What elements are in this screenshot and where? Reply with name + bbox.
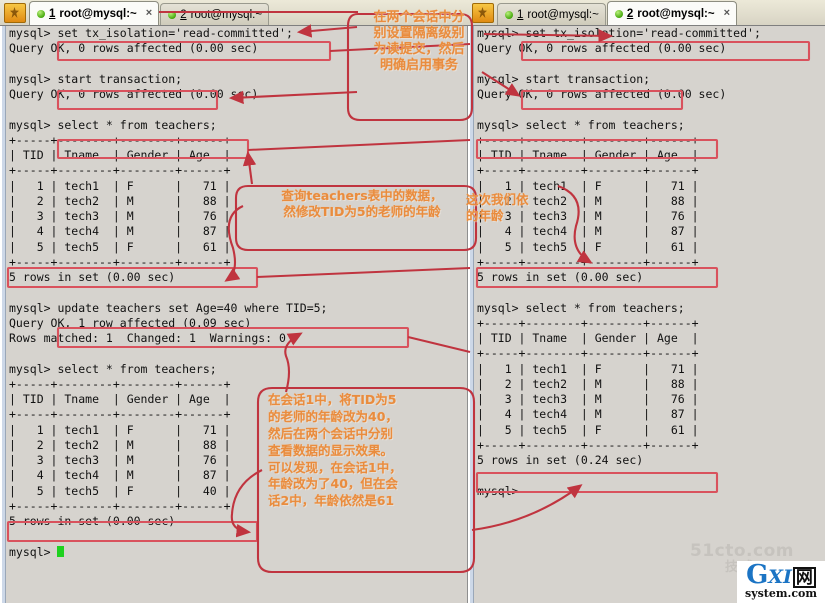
tab-left-1[interactable]: 1 root@mysql:~ × [29, 1, 160, 25]
terminal-line: Query OK, 0 rows affected (0.00 sec) [477, 87, 727, 101]
annotation-text-3: 这次我们依 的年龄 [466, 192, 529, 223]
gxi-logo-g: G [746, 560, 769, 590]
terminal-line: mysql> update teachers set Age=40 where … [9, 300, 328, 315]
green-led-icon [505, 10, 513, 19]
terminal-line: +-----+--------+--------+------+ [9, 163, 231, 178]
close-icon[interactable]: × [724, 8, 730, 19]
terminal-line: +-----+--------+--------+------+ [477, 132, 699, 147]
terminal-app-icon[interactable] [4, 3, 26, 23]
terminal-line: | TID | Tname | Gender | Age | [477, 331, 699, 345]
gxi-logo-sub: system.com [745, 587, 817, 600]
terminal-cursor [57, 545, 65, 557]
terminal-line: | 3 | tech3 | M | 76 | [477, 392, 699, 406]
tab-left-2-label: root@mysql:~ [190, 8, 263, 21]
terminal-line: | 4 | tech4 | M | 87 | [9, 224, 231, 239]
tab-right-2[interactable]: 2 root@mysql:~ × [606, 1, 738, 25]
terminal-line: mysql> select * from teachers; [9, 361, 217, 376]
green-led-icon [37, 9, 45, 18]
terminal-line: | TID | Tname | Gender | Age | [9, 148, 231, 162]
terminal-line: +-----+--------+--------+------+ [477, 254, 699, 269]
terminal-pane-session-1[interactable]: mysql> set tx_isolation='read-committed'… [0, 26, 468, 603]
terminal-line: | 2 | tech2 | M | 88 | [477, 376, 699, 391]
terminal-line: Query OK, 0 rows affected (0.00 sec) [9, 87, 259, 101]
terminal-line: | 4 | tech4 | M | 87 | [477, 407, 699, 422]
annotation-text-1: 在两个会话中分 别设置隔离级别 为读提交，然后 明确启用事务 [373, 10, 465, 73]
tab-left-1-number: 1 [49, 7, 56, 20]
terminal-line: 5 rows in set (0.00 sec) [477, 270, 644, 284]
terminal-line: 5 rows in set (0.00 sec) [9, 270, 176, 284]
tab-right-2-label: root@mysql:~ [637, 7, 715, 20]
terminal-line: mysql> select * from teachers; [477, 300, 685, 315]
terminal-line: | TID | Tname | Gender | Age | [477, 148, 699, 162]
terminal-prompt[interactable]: mysql> [477, 484, 825, 499]
terminal-line: +-----+--------+--------+------+ [9, 376, 231, 391]
terminal-line: +-----+--------+--------+------+ [9, 132, 231, 147]
tab-left-2-number: 2 [180, 8, 187, 21]
terminal-line: mysql> start transaction; [9, 71, 183, 86]
terminal-line: | 4 | tech4 | M | 87 | [477, 224, 699, 239]
terminal-line: mysql> select * from teachers; [477, 117, 685, 132]
terminal-pane-session-2[interactable]: mysql> set tx_isolation='read-committed'… [468, 26, 825, 603]
pane-right-gutter [468, 26, 476, 603]
close-icon[interactable]: × [146, 8, 152, 19]
terminal-line: +-----+--------+--------+------+ [477, 315, 699, 330]
green-led-icon [614, 9, 623, 18]
session-2-output[interactable]: mysql> set tx_isolation='read-committed'… [477, 26, 825, 603]
terminal-line: +-----+--------+--------+------+ [477, 437, 699, 452]
terminal-line: +-----+--------+--------+------+ [9, 254, 231, 269]
terminal-line: Query OK, 0 rows affected (0.00 sec) [477, 41, 727, 56]
watermark-gxi-logo: G XI 网 system.com [737, 561, 825, 603]
gxi-logo-xi: XI [768, 566, 792, 588]
terminal-line: mysql> set tx_isolation='read-committed'… [477, 26, 761, 40]
annotation-text-4: 在会话1中，将TID为5 的老师的年龄改为40， 然后在两个会话中分别 查看数据… [268, 392, 402, 509]
terminal-line: mysql> start transaction; [477, 71, 651, 86]
terminal-line: mysql> select * from teachers; [9, 117, 217, 132]
gxi-logo-wang: 网 [792, 567, 816, 588]
gxi-logo-row: G XI 网 [746, 560, 816, 590]
terminal-prompt[interactable]: mysql> [9, 545, 467, 560]
tab-left-2[interactable]: 2 root@mysql:~ [160, 3, 270, 25]
tab-left-1-label: root@mysql:~ [59, 7, 137, 20]
annotation-text-2: 查询teachers表中的数据， 然修改TID为5的老师的年龄 [281, 188, 443, 219]
terminal-line: 5 rows in set (0.24 sec) [477, 453, 644, 467]
tab-right-2-number: 2 [626, 7, 634, 20]
tab-right-1[interactable]: 1 root@mysql:~ [497, 3, 606, 25]
tab-right-1-number: 1 [517, 8, 524, 21]
terminal-line: +-----+--------+--------+------+ [477, 163, 699, 178]
terminal-line: | 5 | tech5 | F | 61 | [477, 239, 699, 254]
green-led-icon [168, 10, 177, 19]
terminal-line: | 5 | tech5 | F | 61 | [477, 422, 699, 437]
session-1-output[interactable]: mysql> set tx_isolation='read-committed'… [9, 26, 467, 603]
screenshot-root: 1 root@mysql:~ × 2 root@mysql:~ 1 root@m… [0, 0, 825, 603]
terminal-line: Rows matched: 1 Changed: 1 Warnings: 0 [9, 331, 286, 345]
tabbar-right: 1 root@mysql:~ 2 root@mysql:~ × [468, 0, 825, 26]
terminal-line: | 5 | tech5 | F | 61 | [9, 239, 231, 254]
tab-right-1-label: root@mysql:~ [527, 8, 599, 21]
watermark-site: 51cto.com [690, 541, 794, 561]
terminal-line: | 1 | tech1 | F | 71 | [477, 361, 699, 376]
terminal-app-icon[interactable] [472, 3, 494, 23]
pane-left-gutter [0, 26, 8, 603]
terminal-line: +-----+--------+--------+------+ [477, 346, 699, 361]
terminal-line: 5 rows in set (0.00 sec) [9, 514, 176, 528]
terminal-line: Query OK, 1 row affected (0.09 sec) [9, 315, 252, 330]
